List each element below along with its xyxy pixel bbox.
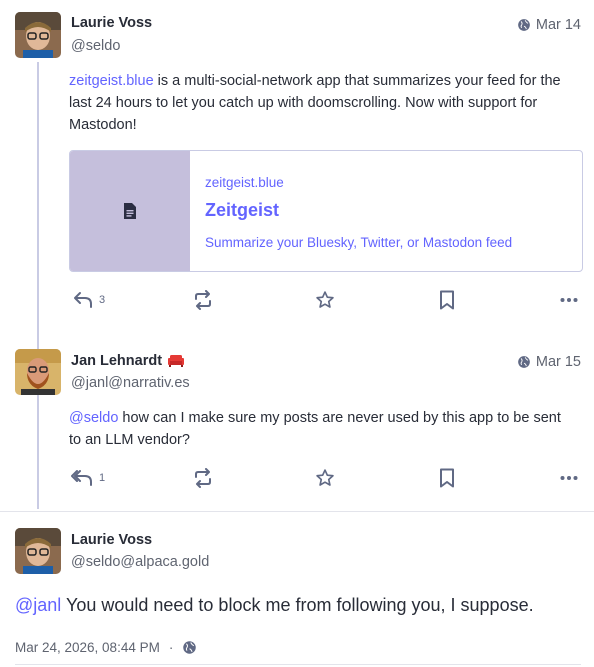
display-name[interactable]: Laurie Voss (71, 15, 152, 31)
boost-icon (195, 290, 211, 310)
boost-button[interactable] (193, 468, 213, 488)
card-description: Summarize your Bluesky, Twitter, or Mast… (205, 235, 513, 250)
bookmark-button[interactable] (439, 468, 455, 488)
globe-icon (518, 19, 530, 31)
avatar-image (15, 528, 61, 574)
post-text: You would need to block me from followin… (61, 595, 534, 615)
date-label: Mar 14 (535, 17, 581, 33)
mention-link[interactable]: @seldo (69, 410, 118, 426)
post-content: zeitgeist.blue is a multi-social-network… (69, 70, 574, 136)
couch-icon (168, 355, 185, 367)
card-body: zeitgeist.blue Zeitgeist Summarize your … (190, 151, 527, 271)
avatar-image (15, 12, 61, 58)
display-name[interactable]: Jan Lehnardt (71, 353, 185, 369)
account-handle[interactable]: @seldo@alpaca.gold (71, 554, 209, 570)
display-name[interactable]: Laurie Voss (71, 532, 152, 548)
post-link[interactable]: zeitgeist.blue (69, 73, 154, 89)
divider (0, 511, 594, 512)
link-preview-card[interactable]: zeitgeist.blue Zeitgeist Summarize your … (69, 150, 583, 272)
reply-icon (74, 292, 92, 308)
globe-icon (183, 641, 197, 654)
star-icon (316, 291, 334, 308)
focused-post-content: @janl You would need to block me from fo… (15, 595, 585, 616)
globe-icon (518, 356, 530, 368)
reply-count: 3 (99, 294, 106, 306)
meta-separator: · (168, 640, 174, 655)
mention-link[interactable]: @janl (15, 595, 61, 615)
document-icon (124, 203, 136, 219)
post-content: @seldo how can I make sure my posts are … (69, 407, 574, 451)
account-handle[interactable]: @janl@narrativ.es (71, 375, 190, 391)
avatar[interactable] (15, 349, 61, 395)
post-meta: Mar 24, 2026, 08:44 PM · (15, 640, 197, 655)
reply-all-icon (71, 470, 92, 486)
card-title: Zeitgeist (205, 200, 280, 220)
boost-button[interactable] (193, 290, 213, 310)
more-button[interactable] (560, 292, 578, 308)
thread-line (37, 62, 39, 509)
more-icon (560, 298, 578, 302)
favourite-button[interactable] (315, 468, 335, 488)
reply-count: 1 (99, 472, 106, 484)
favourite-button[interactable] (315, 290, 335, 310)
bookmark-icon (440, 468, 454, 488)
reply-button[interactable]: 1 (71, 469, 105, 487)
card-thumbnail (70, 151, 190, 271)
more-icon (560, 476, 578, 480)
post-timestamp[interactable]: Mar 24, 2026, 08:44 PM (15, 640, 160, 655)
date-label: Mar 15 (535, 354, 581, 370)
bookmark-button[interactable] (439, 290, 455, 310)
star-icon (316, 469, 334, 486)
avatar[interactable] (15, 528, 61, 574)
more-button[interactable] (560, 470, 578, 486)
avatar-image (15, 349, 61, 395)
post-date[interactable]: Mar 15 (517, 354, 581, 370)
bookmark-icon (440, 290, 454, 310)
divider (15, 664, 581, 665)
display-name-text: Jan Lehnardt (71, 353, 163, 369)
avatar[interactable] (15, 12, 61, 58)
post-date[interactable]: Mar 14 (517, 17, 581, 33)
post-text: how can I make sure my posts are never u… (69, 410, 561, 448)
card-host: zeitgeist.blue (205, 175, 284, 190)
boost-icon (195, 468, 211, 488)
account-handle[interactable]: @seldo (71, 38, 120, 54)
reply-button[interactable]: 3 (73, 291, 105, 309)
